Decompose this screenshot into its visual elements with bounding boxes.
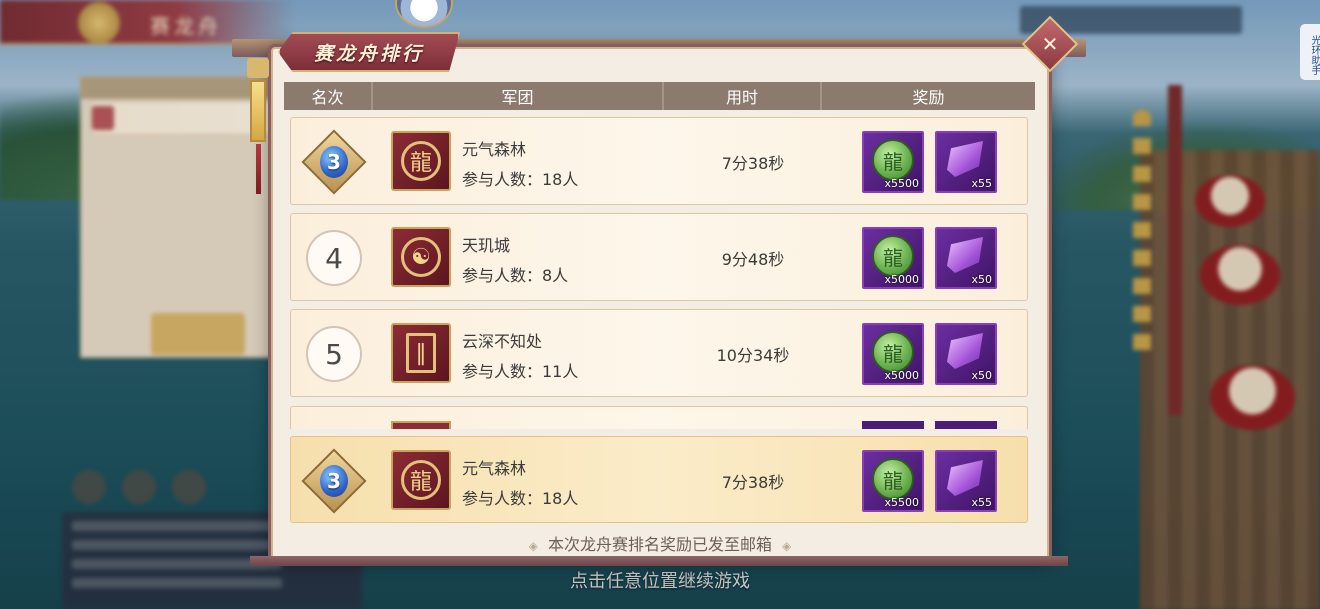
- continue-hint[interactable]: 点击任意位置继续游戏: [0, 567, 1320, 593]
- table-row: 4 ☯ 天玑城 参与人数：8人 9分48秒 龍 x5000 x50: [290, 213, 1028, 301]
- table-row: 5 ‖ 云深不知处 参与人数：11人 10分34秒 龍 x5000 x50: [290, 309, 1028, 397]
- rank-number: 5: [306, 326, 362, 382]
- jade-dragon-coin-icon: 龍: [872, 139, 914, 181]
- jade-dragon-coin-icon: 龍: [872, 458, 914, 500]
- ranking-list[interactable]: 3 龍 元气森林 参与人数：18人 7分38秒 龍 x5500 x55 4 ☯ …: [290, 117, 1030, 429]
- header-reward: 奖励: [912, 88, 945, 107]
- gate-emblem-icon: ‖: [391, 323, 451, 383]
- rank-number: 4: [306, 230, 362, 286]
- rank-badge-icon: 3: [301, 448, 367, 514]
- guild-name: 天玑城: [462, 236, 511, 255]
- reward-jade-coin[interactable]: 龍 x5000: [862, 227, 924, 289]
- purple-scroll-icon: [947, 237, 983, 273]
- reward-purple-scroll[interactable]: x55: [935, 131, 997, 193]
- ornament-right-icon: ◈: [782, 539, 792, 553]
- ornament-left-icon: ◈: [528, 539, 538, 553]
- reward-qty: x5000: [884, 369, 919, 382]
- reward-purple-scroll[interactable]: x50: [935, 227, 997, 289]
- reward-qty: x50: [971, 273, 992, 286]
- guild-name: 云深不知处: [462, 332, 543, 351]
- reward-qty: x55: [971, 496, 992, 509]
- jade-dragon-coin-icon: 龍: [872, 331, 914, 373]
- jade-dragon-coin-icon: 龍: [872, 235, 914, 277]
- my-guild-row: 3 龍 元气森林 参与人数：18人 7分38秒 龍 x5500 x55: [290, 436, 1028, 523]
- notice-text: 本次龙舟赛排名奖励已发至邮箱: [547, 535, 772, 554]
- table-header: 名次 军团 用时 奖励: [284, 82, 1035, 110]
- guild-members: 参与人数：8人: [462, 266, 569, 285]
- modal-title: 赛龙舟排行: [313, 42, 424, 65]
- guild-members: 参与人数：18人: [462, 489, 579, 508]
- dragon-emblem-icon: 龍: [391, 450, 451, 510]
- rank-badge-icon: 3: [301, 129, 367, 195]
- yin-yang-emblem-icon: ☯: [391, 227, 451, 287]
- reward-qty: x5000: [884, 273, 919, 286]
- table-row: 3 龍 元气森林 参与人数：18人 7分38秒 龍 x5500 x55: [290, 117, 1028, 205]
- race-time: 7分38秒: [721, 473, 785, 492]
- dragon-emblem-icon: 龍: [391, 131, 451, 191]
- modal-bottom-bar: [250, 556, 1068, 566]
- rank-number: 3: [320, 465, 348, 497]
- side-assistant-tab[interactable]: 光环助手: [1300, 24, 1320, 80]
- purple-scroll-icon: [947, 333, 983, 369]
- guild-members: 参与人数：18人: [462, 170, 579, 189]
- race-time: 7分38秒: [721, 154, 785, 173]
- guild-name: 元气森林: [462, 459, 527, 478]
- reward-qty: x55: [971, 177, 992, 190]
- guild-members: 参与人数：11人: [462, 362, 579, 381]
- reward-purple-scroll[interactable]: x50: [935, 323, 997, 385]
- table-row-partial: [290, 406, 1028, 429]
- reward-jade-coin[interactable]: 龍 x5500: [862, 450, 924, 512]
- scroll-ornament-icon: [247, 58, 269, 204]
- reward-jade-coin[interactable]: 龍 x5000: [862, 323, 924, 385]
- race-time: 9分48秒: [721, 250, 785, 269]
- reward-jade-coin[interactable]: 龍 x5500: [862, 131, 924, 193]
- race-time: 10分34秒: [716, 346, 790, 365]
- header-time: 用时: [664, 82, 822, 110]
- reward-qty: x5500: [884, 496, 919, 509]
- purple-scroll-icon: [947, 460, 983, 496]
- reward-qty: x5500: [884, 177, 919, 190]
- close-x-icon: ✕: [1041, 32, 1059, 56]
- reward-purple-scroll[interactable]: x55: [935, 450, 997, 512]
- purple-scroll-icon: [947, 141, 983, 177]
- rank-number: 3: [320, 146, 348, 178]
- modal-title-ribbon: 赛龙舟排行: [278, 32, 460, 72]
- reward-qty: x50: [971, 369, 992, 382]
- header-rank: 名次: [284, 82, 373, 110]
- reward-notice: ◈ 本次龙舟赛排名奖励已发至邮箱 ◈: [271, 531, 1049, 555]
- header-guild: 军团: [373, 82, 664, 110]
- guild-name: 元气森林: [462, 140, 527, 159]
